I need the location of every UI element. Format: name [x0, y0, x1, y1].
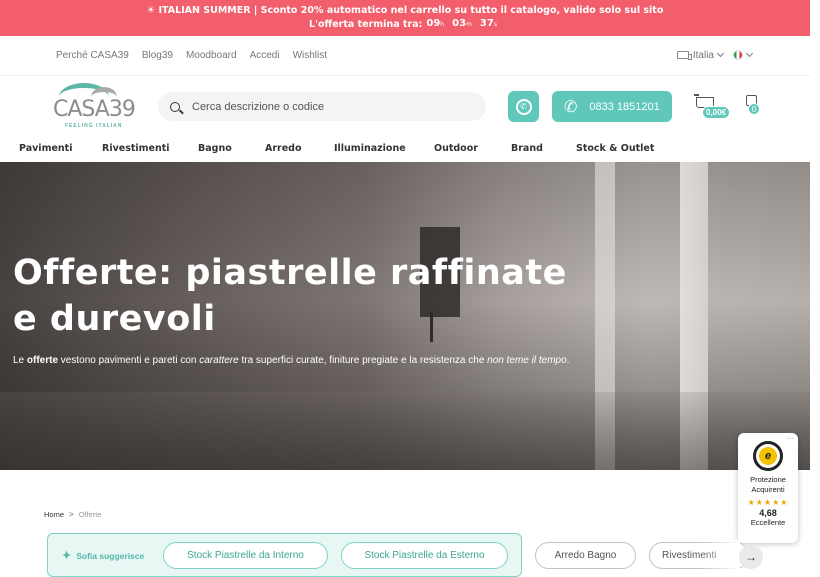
logo-arc-grey [91, 87, 117, 97]
search-bar[interactable] [158, 92, 486, 121]
link-moodboard[interactable]: Moodboard [186, 50, 237, 61]
phone-icon: ✆ [564, 98, 578, 116]
trust-label-1: Protezione [750, 475, 786, 484]
truck-icon [676, 51, 692, 61]
nav-item-brand[interactable]: Brand [511, 143, 543, 154]
chip-stock-piastrelle-esterno[interactable]: Stock Piastrelle da Esterno [341, 542, 508, 569]
shipping-country-selector[interactable]: Italia [676, 50, 725, 61]
link-perche-casa39[interactable]: Perché CASA39 [56, 50, 129, 61]
link-wishlist[interactable]: Wishlist [293, 50, 327, 61]
nav-item-pavimenti[interactable]: Pavimenti [19, 143, 72, 154]
cart-total-badge: 0,00€ [702, 106, 731, 119]
countdown-label: L'offerta termina tra: [309, 18, 423, 30]
locale-selectors: Italia [676, 50, 754, 61]
rating-stars: ★★★★★ [747, 498, 789, 507]
search-icon[interactable] [170, 101, 180, 112]
hero-title-line1: Offerte: piastrelle raffinate [13, 253, 567, 293]
logo[interactable]: CASA39 FEELING ITALIAN [53, 83, 138, 131]
nav-item-illuminazione[interactable]: Illuminazione [334, 143, 406, 154]
page: ☀ ITALIAN SUMMER | Sconto 20% automatico… [0, 0, 820, 577]
logo-tagline: FEELING ITALIAN [65, 123, 123, 129]
whatsapp-button[interactable]: ✆ [508, 91, 539, 122]
promo-text: ☀ ITALIAN SUMMER | Sconto 20% automatico… [146, 5, 664, 16]
chips-fade [700, 540, 740, 572]
hero-subtitle: Le offerte vestono pavimenti e pareti co… [13, 355, 570, 366]
countdown-hours: 09h [426, 18, 445, 29]
breadcrumb-home[interactable]: Home [44, 510, 64, 519]
header: CASA39 FEELING ITALIAN ✆ ✆ 0833 1851201 … [0, 77, 810, 135]
nav-item-outdoor[interactable]: Outdoor [434, 143, 478, 154]
breadcrumb-separator: > [69, 510, 74, 519]
hero-floor [0, 392, 810, 470]
trust-seal-icon: e [753, 441, 783, 471]
phone-button[interactable]: ✆ 0833 1851201 [552, 91, 672, 122]
phone-number: 0833 1851201 [589, 100, 660, 113]
nav-item-stock-outlet[interactable]: Stock & Outlet [576, 143, 654, 154]
language-selector[interactable] [733, 50, 754, 61]
sofia-label: ✦ Sofia suggerisce [62, 549, 144, 562]
link-accedi[interactable]: Accedi [250, 50, 280, 61]
main-nav: Pavimenti Rivestimenti Bagno Arredo Illu… [0, 138, 810, 160]
cart-button[interactable]: 0,00€ [694, 93, 734, 121]
country-label: Italia [692, 50, 714, 61]
top-links-bar: Perché CASA39 Blog39 Moodboard Accedi Wi… [0, 36, 810, 76]
sparkle-icon: ✦ [62, 550, 72, 562]
logo-word: CASA39 [53, 97, 136, 122]
nav-item-rivestimenti[interactable]: Rivestimenti [102, 143, 170, 154]
rating-score: 4,68 [759, 508, 777, 518]
hero-banner: Offerte: piastrelle raffinate e durevoli… [0, 162, 810, 470]
italy-flag-icon [733, 50, 743, 61]
arrow-right-icon: → [745, 550, 757, 564]
chip-arredo-bagno[interactable]: Arredo Bagno [535, 542, 636, 569]
cart-handle [694, 94, 699, 96]
chip-stock-piastrelle-interno[interactable]: Stock Piastrelle da Interno [163, 542, 328, 569]
trust-badge-widget[interactable]: ··· e Protezione Acquirenti ★★★★★ 4,68 E… [738, 433, 798, 543]
sofia-label-text: Sofia suggerisce [76, 550, 145, 561]
nav-item-arredo[interactable]: Arredo [265, 143, 302, 154]
countdown-row: L'offerta termina tra: 09h 03m 37s [0, 17, 810, 31]
more-options-icon[interactable]: ··· [787, 435, 794, 442]
breadcrumb: Home > Offerte [44, 510, 101, 519]
breadcrumb-current: Offerte [78, 510, 102, 519]
nav-item-bagno[interactable]: Bagno [198, 143, 232, 154]
countdown-seconds: 37s [479, 18, 497, 29]
chevron-down-icon [745, 50, 754, 58]
link-blog39[interactable]: Blog39 [142, 50, 173, 61]
wishlist-button[interactable]: 0 [744, 93, 760, 115]
chevron-down-icon [716, 50, 725, 58]
hero-title: Offerte: piastrelle raffinate e durevoli [13, 250, 633, 342]
search-input[interactable] [192, 100, 472, 113]
wishlist-count-badge: 0 [748, 103, 760, 115]
hero-title-line2: e durevoli [13, 299, 216, 339]
rating-label: Eccellente [750, 518, 786, 527]
whatsapp-icon: ✆ [515, 98, 532, 115]
promo-banner[interactable]: ☀ ITALIAN SUMMER | Sconto 20% automatico… [0, 0, 810, 36]
trust-label-2: Acquirenti [751, 485, 785, 494]
top-links: Perché CASA39 Blog39 Moodboard Accedi Wi… [56, 50, 327, 61]
countdown-minutes: 03m [452, 18, 472, 29]
scroll-right-button[interactable]: → [739, 545, 763, 569]
